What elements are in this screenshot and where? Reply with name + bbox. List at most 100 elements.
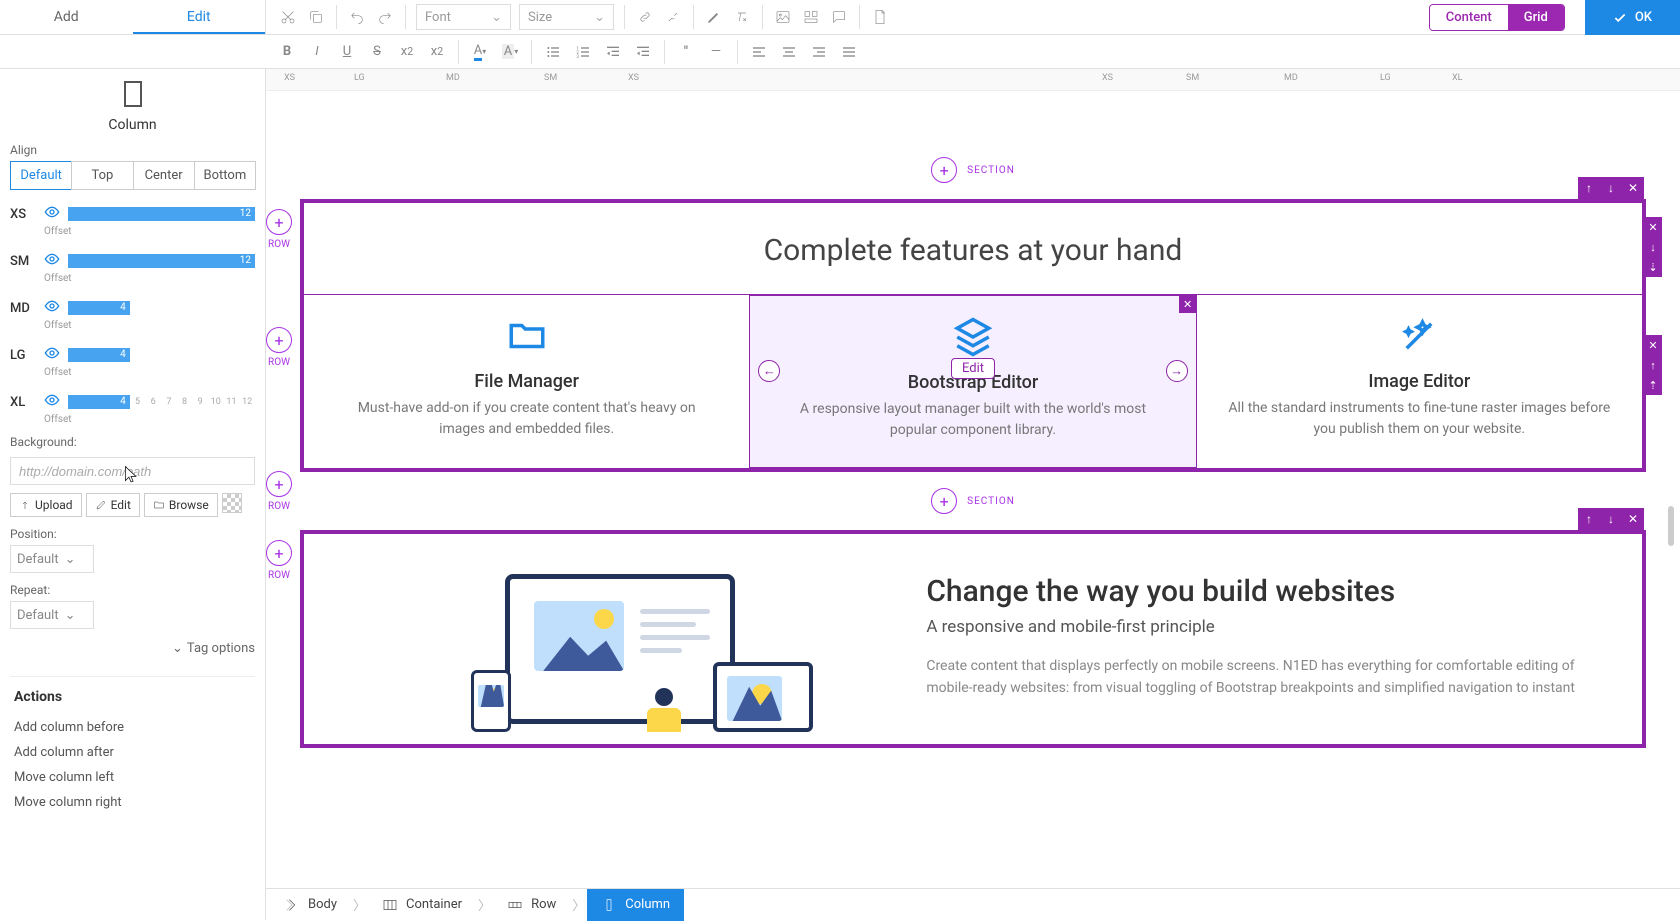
scrollbar-thumb[interactable] bbox=[1668, 506, 1674, 546]
feature-image-editor[interactable]: Image Editor All the standard instrument… bbox=[1197, 295, 1642, 468]
view-toggle[interactable]: Content Grid bbox=[1429, 4, 1565, 31]
link-icon[interactable] bbox=[631, 3, 659, 31]
text-color-icon[interactable]: A ▾ bbox=[465, 38, 495, 66]
align-bottom-button[interactable]: Bottom bbox=[194, 161, 256, 190]
grow-down-icon[interactable]: ⇣ bbox=[1644, 257, 1662, 277]
selected-row-frame[interactable]: ↑ ↓ ✕ ✕ ↓ ⇣ ✕ ↑ ⇡ Complete features at bbox=[300, 199, 1646, 472]
bp-MD-slider[interactable]: 4 bbox=[68, 301, 255, 315]
shrink-icon[interactable]: ✕ bbox=[1644, 217, 1662, 237]
superscript-icon[interactable]: x2 bbox=[422, 38, 452, 66]
bg-color-icon[interactable]: A ▾ bbox=[495, 38, 525, 66]
outdent-icon[interactable] bbox=[598, 38, 628, 66]
align-right-icon[interactable] bbox=[804, 38, 834, 66]
cut-icon[interactable] bbox=[274, 3, 302, 31]
bp-LG-slider[interactable]: 4 bbox=[68, 348, 255, 362]
close-icon[interactable]: ✕ bbox=[1179, 295, 1197, 313]
add-row-button[interactable]: + bbox=[266, 471, 292, 497]
close-icon[interactable]: ✕ bbox=[1622, 508, 1644, 530]
add-row-button[interactable]: + bbox=[266, 209, 292, 235]
bold-icon[interactable]: B bbox=[272, 38, 302, 66]
actions-heading: Actions bbox=[14, 689, 251, 705]
align-center-button[interactable]: Center bbox=[133, 161, 195, 190]
visibility-toggle-icon[interactable] bbox=[44, 251, 60, 271]
grow-down-icon[interactable]: ↓ bbox=[1644, 237, 1662, 257]
action-item[interactable]: Move column left bbox=[14, 765, 251, 790]
indent-icon[interactable] bbox=[628, 38, 658, 66]
edit-column-button[interactable]: Edit bbox=[951, 358, 995, 379]
visibility-toggle-icon[interactable] bbox=[44, 392, 60, 412]
align-justify-icon[interactable] bbox=[834, 38, 864, 66]
align-default-button[interactable]: Default bbox=[10, 161, 72, 190]
feature-file-manager[interactable]: File Manager Must-have add-on if you cre… bbox=[304, 295, 749, 468]
action-item[interactable]: Add column before bbox=[14, 715, 251, 740]
add-row-button[interactable]: + bbox=[266, 540, 292, 566]
image-icon[interactable] bbox=[769, 3, 797, 31]
quote-icon[interactable]: " bbox=[671, 38, 701, 66]
visibility-toggle-icon[interactable] bbox=[44, 204, 60, 224]
tab-add[interactable]: Add bbox=[0, 0, 133, 34]
move-down-icon[interactable]: ↓ bbox=[1600, 508, 1622, 530]
visibility-toggle-icon[interactable] bbox=[44, 345, 60, 365]
document-icon[interactable] bbox=[866, 3, 894, 31]
italic-icon[interactable]: I bbox=[302, 38, 332, 66]
move-up-icon[interactable]: ↑ bbox=[1578, 508, 1600, 530]
add-section-button[interactable]: + bbox=[931, 488, 957, 514]
repeat-select[interactable]: Default⌄ bbox=[10, 601, 94, 629]
crumb-row[interactable]: Row bbox=[493, 889, 570, 921]
crumb-column[interactable]: Column bbox=[587, 889, 684, 921]
underline-icon[interactable]: U bbox=[332, 38, 362, 66]
ok-button[interactable]: OK bbox=[1585, 0, 1680, 35]
prev-column-icon[interactable]: ← bbox=[758, 360, 780, 382]
subscript-icon[interactable]: x2 bbox=[392, 38, 422, 66]
bp-SM-slider[interactable]: 12 bbox=[68, 254, 255, 268]
wand-icon bbox=[1227, 315, 1612, 361]
offset-label: Offset bbox=[44, 226, 255, 237]
offset-label: Offset bbox=[44, 414, 255, 425]
crumb-body[interactable]: Body bbox=[270, 889, 351, 921]
edit-bg-button[interactable]: Edit bbox=[86, 493, 140, 517]
redo-icon[interactable] bbox=[371, 3, 399, 31]
bp-XL-slider[interactable]: 456789101112 bbox=[68, 395, 255, 409]
move-up-icon[interactable]: ↑ bbox=[1578, 177, 1600, 199]
upload-button[interactable]: Upload bbox=[10, 493, 82, 517]
next-column-icon[interactable]: → bbox=[1166, 360, 1188, 382]
action-item[interactable]: Move column right bbox=[14, 790, 251, 815]
align-left-icon[interactable] bbox=[744, 38, 774, 66]
template-icon[interactable] bbox=[797, 3, 825, 31]
browse-button[interactable]: Browse bbox=[144, 493, 218, 517]
unlink-icon[interactable] bbox=[659, 3, 687, 31]
number-list-icon[interactable]: 123 bbox=[568, 38, 598, 66]
highlight-icon[interactable] bbox=[700, 3, 728, 31]
tag-options-toggle[interactable]: Tag options bbox=[10, 641, 255, 656]
bullet-list-icon[interactable] bbox=[538, 38, 568, 66]
font-select[interactable]: Font⌄ bbox=[416, 4, 511, 30]
feature-bootstrap-editor[interactable]: ✕ ← → Edit Bootstrap Editor A responsive… bbox=[749, 295, 1196, 468]
align-top-button[interactable]: Top bbox=[71, 161, 133, 190]
clear-format-icon[interactable] bbox=[728, 3, 756, 31]
grow-up-icon[interactable]: ↑ bbox=[1644, 355, 1662, 375]
add-row-button[interactable]: + bbox=[266, 327, 292, 353]
add-section-button[interactable]: + bbox=[931, 157, 957, 183]
color-swatch[interactable] bbox=[222, 493, 242, 513]
content-toggle[interactable]: Content bbox=[1430, 5, 1508, 30]
copy-icon[interactable] bbox=[302, 3, 330, 31]
grow-up-icon[interactable]: ⇡ bbox=[1644, 375, 1662, 395]
shrink-icon[interactable]: ✕ bbox=[1644, 335, 1662, 355]
strike-icon[interactable]: S bbox=[362, 38, 392, 66]
position-select[interactable]: Default⌄ bbox=[10, 545, 94, 573]
row-frame[interactable]: ↑ ↓ ✕ bbox=[300, 530, 1646, 748]
bp-XS-slider[interactable]: 12 bbox=[68, 207, 255, 221]
crumb-container[interactable]: Container bbox=[368, 889, 476, 921]
visibility-toggle-icon[interactable] bbox=[44, 298, 60, 318]
hr-icon[interactable]: — bbox=[701, 38, 731, 66]
size-select[interactable]: Size⌄ bbox=[519, 4, 614, 30]
comment-icon[interactable] bbox=[825, 3, 853, 31]
action-item[interactable]: Add column after bbox=[14, 740, 251, 765]
tab-edit[interactable]: Edit bbox=[133, 0, 266, 34]
grid-toggle[interactable]: Grid bbox=[1508, 5, 1564, 30]
undo-icon[interactable] bbox=[343, 3, 371, 31]
move-down-icon[interactable]: ↓ bbox=[1600, 177, 1622, 199]
close-icon[interactable]: ✕ bbox=[1622, 177, 1644, 199]
background-url-input[interactable] bbox=[10, 457, 255, 485]
align-center-icon[interactable] bbox=[774, 38, 804, 66]
